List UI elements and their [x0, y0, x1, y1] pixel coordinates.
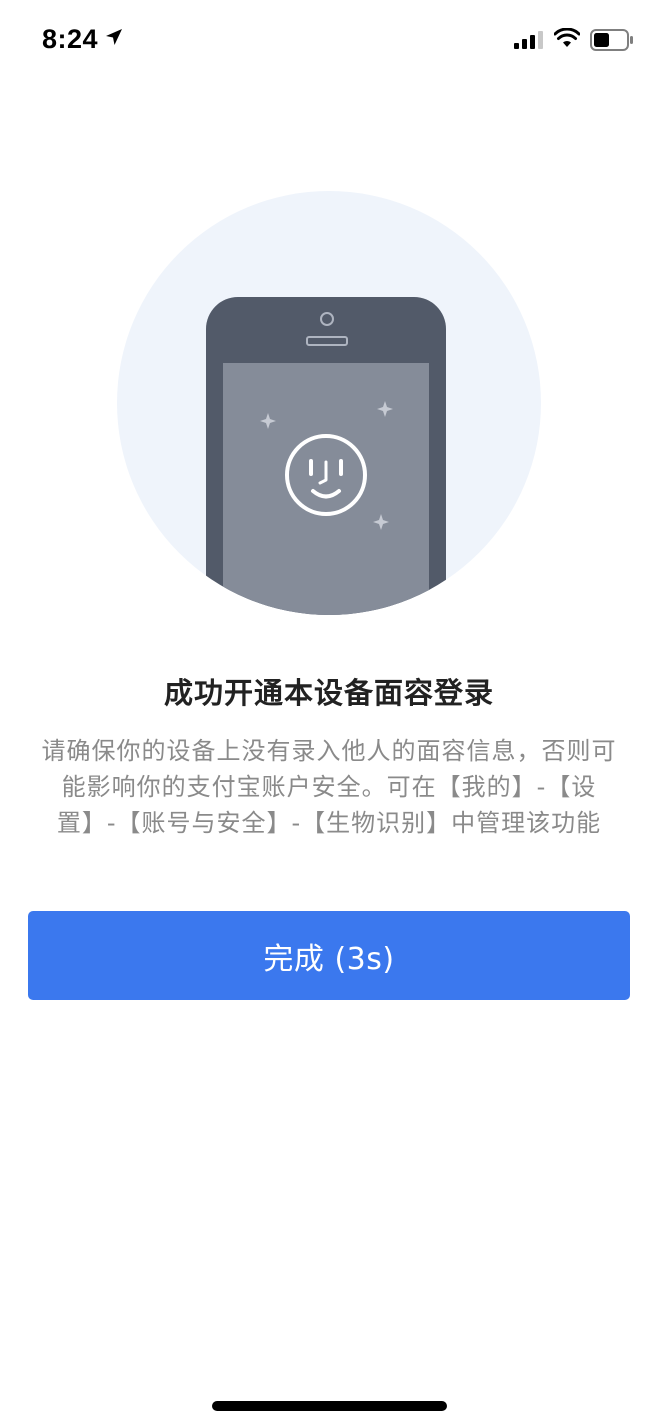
home-indicator[interactable]: [212, 1401, 447, 1411]
location-arrow-icon: [106, 29, 122, 45]
status-time: 8:24: [42, 24, 99, 54]
face-id-phone-illustration: [117, 191, 541, 615]
face-login-success-screen: 8:24 成功开通本设备面容登录 请确保你的设备上没有录入他人的面容信息，否则可…: [0, 0, 658, 1425]
battery-icon: [590, 29, 633, 51]
status-bar: 8:24: [0, 0, 658, 80]
wifi-icon: [554, 28, 580, 47]
security-notice-text: 请确保你的设备上没有录入他人的面容信息，否则可能影响你的支付宝账户安全。可在【我…: [41, 737, 617, 837]
cellular-signal-icon: [514, 31, 543, 49]
page-title: 成功开通本设备面容登录: [163, 676, 494, 710]
done-button[interactable]: 完成 (3s): [28, 911, 630, 1000]
